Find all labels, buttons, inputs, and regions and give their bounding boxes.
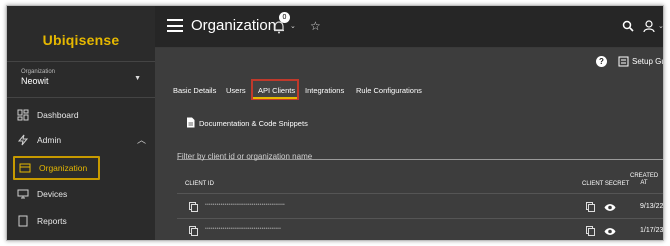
app-window: Ubiqisense Organization Neowit ▼ Dashboa…: [6, 5, 664, 241]
filter-field[interactable]: [177, 146, 663, 161]
copy-secret-icon[interactable]: [586, 226, 595, 236]
chevron-up-icon: ︿: [136, 135, 146, 145]
help-icon[interactable]: ?: [596, 56, 607, 67]
eye-icon[interactable]: [604, 227, 616, 236]
organization-select-caption: Organization: [21, 69, 56, 75]
documentation-link[interactable]: Documentation & Code Snippets: [199, 119, 308, 128]
sidebar-item-label: Devices: [37, 189, 68, 199]
devices-icon: [17, 189, 29, 199]
sidebar-item-dashboard[interactable]: Dashboard: [7, 105, 155, 127]
dashboard-icon: [17, 109, 29, 121]
copy-icon[interactable]: [189, 226, 198, 236]
column-header-client-id: CLIENT ID: [185, 181, 214, 187]
admin-icon: [17, 134, 29, 146]
table-row: ••••••••••••••••••••••••••••••••••••••• …: [177, 219, 664, 240]
chevron-down-icon[interactable]: ⌄: [658, 22, 663, 30]
organization-icon: [19, 163, 31, 173]
sidebar-item-label: Admin: [37, 135, 62, 145]
organization-select[interactable]: Organization Neowit ▼: [21, 69, 141, 86]
organization-select-value: Neowit: [21, 76, 49, 86]
star-icon[interactable]: ☆: [310, 19, 321, 33]
reports-icon: [18, 215, 28, 227]
eye-icon[interactable]: [604, 203, 616, 212]
sidebar-item-devices[interactable]: Devices: [7, 184, 155, 206]
setup-guide-icon[interactable]: [618, 56, 629, 67]
tab-integrations[interactable]: Integrations: [305, 86, 344, 95]
document-icon: [187, 117, 195, 128]
tab-bar: Basic Details Users API Clients Integrat…: [155, 78, 663, 102]
created-at-value: 9/13/22: [640, 203, 664, 210]
sidebar-divider: [7, 61, 155, 62]
sidebar-item-label: Reports: [37, 216, 67, 226]
filter-input[interactable]: [177, 152, 663, 161]
logo: Ubiqisense: [42, 32, 120, 48]
sidebar: Ubiqisense Organization Neowit ▼ Dashboa…: [7, 6, 155, 240]
sidebar-item-organization[interactable]: Organization: [13, 156, 100, 180]
client-id-value: ••••••••••••••••••••••••••••••••••••••••…: [205, 202, 285, 208]
sidebar-item-label: Dashboard: [37, 110, 79, 120]
main-content: ? Setup Guide Basic Details Users API Cl…: [155, 48, 664, 240]
created-at-value: 1/17/23: [640, 227, 664, 234]
sidebar-divider: [7, 97, 155, 98]
table-row: ••••••••••••••••••••••••••••••••••••••••…: [177, 195, 664, 219]
tab-basic-details[interactable]: Basic Details: [173, 86, 216, 95]
sidebar-item-admin[interactable]: Admin ︿: [7, 130, 155, 152]
chevron-down-icon[interactable]: ⌄: [290, 22, 296, 30]
notification-badge: 0: [279, 12, 290, 23]
setup-guide-link[interactable]: Setup Guide: [632, 57, 663, 66]
column-header-created-at: CREATED AT: [630, 173, 659, 186]
search-icon[interactable]: [622, 20, 634, 32]
table-header: CLIENT ID CLIENT SECRET CREATED AT: [177, 172, 663, 194]
caret-down-icon: ▼: [134, 75, 141, 82]
copy-icon[interactable]: [189, 202, 198, 212]
hamburger-menu-icon[interactable]: [167, 19, 183, 32]
column-header-client-secret: CLIENT SECRET: [582, 181, 630, 187]
tab-users[interactable]: Users: [226, 86, 246, 95]
page-title: Organization: [191, 17, 277, 34]
user-icon[interactable]: [642, 19, 656, 33]
tab-rule-configurations[interactable]: Rule Configurations: [356, 86, 422, 95]
sidebar-item-label: Organization: [39, 163, 88, 173]
client-id-value: •••••••••••••••••••••••••••••••••••••••: [205, 226, 282, 232]
tab-api-clients[interactable]: API Clients: [258, 86, 295, 95]
sidebar-item-reports[interactable]: Reports: [7, 211, 155, 233]
top-bar: Organization 0 ⌄ ☆ ⌄: [155, 6, 663, 48]
copy-secret-icon[interactable]: [586, 202, 595, 212]
